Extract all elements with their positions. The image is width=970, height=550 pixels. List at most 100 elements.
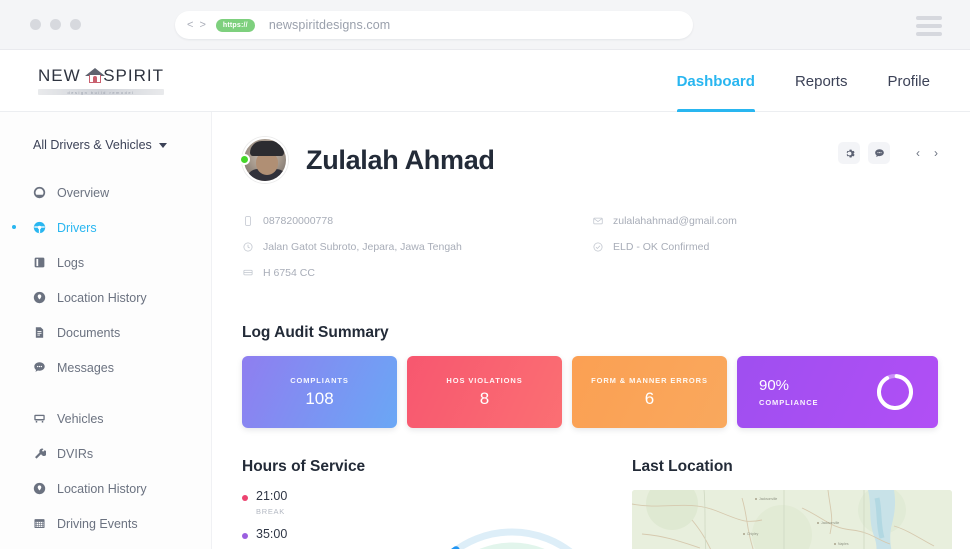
record-pager: ‹ › bbox=[916, 146, 938, 160]
card-value: 108 bbox=[305, 388, 334, 408]
sidebar-group-vehicles: Vehicles DVIRs Location History Driving … bbox=[0, 406, 211, 550]
card-value: 6 bbox=[644, 388, 655, 408]
last-location-panel: Last Location Jacksonville Chipley Jacks… bbox=[632, 458, 952, 549]
profile-header: Zulalah Ahmad ‹ › bbox=[239, 134, 938, 186]
nav-item-profile[interactable]: Profile bbox=[887, 50, 930, 112]
sidebar-item-label: Logs bbox=[57, 255, 85, 270]
sidebar-item-label: Driving Events bbox=[57, 516, 138, 531]
nav-item-dashboard[interactable]: Dashboard bbox=[676, 50, 756, 112]
sidebar-item-overview[interactable]: Overview bbox=[0, 180, 211, 205]
status-badge bbox=[239, 154, 250, 165]
sidebar-item-label: Overview bbox=[57, 185, 110, 200]
speedometer-icon bbox=[33, 186, 46, 199]
logo-tagline: design build remodel bbox=[67, 90, 135, 95]
profile-meta: 087820000778 zulalahahmad@gmail.com Jala… bbox=[242, 208, 938, 286]
card-value: 8 bbox=[479, 388, 490, 408]
legend-time: 35:00 bbox=[256, 526, 288, 541]
legend-sub: BREAK bbox=[256, 506, 285, 516]
meta-value: H 6754 CC bbox=[263, 267, 315, 279]
gear-icon[interactable] bbox=[838, 142, 860, 164]
house-icon bbox=[84, 68, 105, 84]
site-header: NEW SPIRIT design build remodel Dashboar… bbox=[0, 50, 970, 112]
card-label: FORM & MANNER ERRORS bbox=[591, 375, 708, 385]
map-pin-icon bbox=[33, 482, 46, 495]
window-close-dot[interactable] bbox=[30, 19, 41, 30]
nav-item-reports[interactable]: Reports bbox=[795, 50, 848, 112]
sidebar-item-label: Location History bbox=[57, 481, 147, 496]
card-label: HOS VIOLATIONS bbox=[446, 375, 523, 385]
legend-dot bbox=[242, 532, 248, 539]
forward-icon[interactable]: > bbox=[199, 19, 205, 31]
window-minimize-dot[interactable] bbox=[50, 19, 61, 30]
compliance-percent: 90% bbox=[759, 377, 790, 394]
logo-row: NEW SPIRIT bbox=[38, 66, 164, 86]
wrench-icon bbox=[33, 447, 46, 460]
sidebar-item-dvirs[interactable]: DVIRs bbox=[0, 441, 211, 466]
address-bar[interactable]: < > https:// newspiritdesigns.com bbox=[175, 11, 693, 39]
audit-card-hos-violations[interactable]: HOS VIOLATIONS 8 bbox=[407, 356, 562, 428]
sidebar-item-documents[interactable]: Documents bbox=[0, 320, 211, 345]
logo-text-left: NEW bbox=[38, 66, 81, 85]
sidebar-item-logs[interactable]: Logs bbox=[0, 250, 211, 275]
meta-phone: 087820000778 bbox=[242, 208, 592, 234]
main-content: Zulalah Ahmad ‹ › 087820000778 zulalahah… bbox=[212, 112, 970, 549]
audit-card-form-manner-errors[interactable]: FORM & MANNER ERRORS 6 bbox=[572, 356, 727, 428]
section-title-location: Last Location bbox=[632, 458, 733, 475]
next-record-button[interactable]: › bbox=[934, 146, 938, 160]
clock-icon bbox=[242, 241, 254, 253]
sidebar: All Drivers & Vehicles Overview Drivers bbox=[0, 112, 212, 549]
browser-nav-arrows[interactable]: < > bbox=[187, 19, 206, 31]
meta-value: ELD - OK Confirmed bbox=[613, 241, 710, 253]
legend-text: 35:00 bbox=[256, 526, 288, 542]
back-icon[interactable]: < bbox=[187, 19, 193, 31]
section-title-audit: Log Audit Summary bbox=[242, 324, 389, 341]
sidebar-item-label: Drivers bbox=[57, 220, 97, 235]
meta-value: Jalan Gatot Subroto, Jepara, Jawa Tengah bbox=[263, 241, 462, 253]
browser-chrome: < > https:// newspiritdesigns.com bbox=[0, 0, 970, 50]
log-audit-summary: Log Audit Summary COMPLIANTS 108 HOS VIO… bbox=[242, 324, 938, 428]
url-text[interactable]: newspiritdesigns.com bbox=[269, 18, 391, 32]
meta-eld-status: ELD - OK Confirmed bbox=[592, 234, 938, 260]
sidebar-item-label: Messages bbox=[57, 360, 114, 375]
prev-record-button[interactable]: ‹ bbox=[916, 146, 920, 160]
svg-text:Naples: Naples bbox=[838, 542, 849, 546]
sidebar-item-vehicles[interactable]: Vehicles bbox=[0, 406, 211, 431]
location-map[interactable]: Jacksonville Chipley Jacksonville Naples bbox=[632, 490, 952, 549]
sidebar-item-ifta[interactable]: IFTA bbox=[0, 546, 211, 550]
window-maximize-dot[interactable] bbox=[70, 19, 81, 30]
document-icon bbox=[33, 326, 46, 339]
card-label: COMPLIANTS bbox=[290, 375, 349, 385]
legend-time: 21:00 bbox=[256, 489, 288, 503]
driver-vehicle-filter[interactable]: All Drivers & Vehicles bbox=[33, 138, 211, 152]
meta-spacer bbox=[592, 260, 938, 286]
sidebar-group-drivers: Overview Drivers Logs Location History D… bbox=[0, 180, 211, 380]
section-title-hos: Hours of Service bbox=[242, 458, 366, 475]
hamburger-icon[interactable] bbox=[916, 16, 942, 40]
meta-email: zulalahahmad@gmail.com bbox=[592, 208, 938, 234]
sidebar-item-messages[interactable]: Messages bbox=[0, 355, 211, 380]
meta-value: zulalahahmad@gmail.com bbox=[613, 215, 737, 227]
calendar-icon bbox=[33, 517, 46, 530]
sidebar-item-location-history-2[interactable]: Location History bbox=[0, 476, 211, 501]
site-logo[interactable]: NEW SPIRIT design build remodel bbox=[38, 66, 164, 95]
check-circle-icon bbox=[592, 241, 604, 253]
sidebar-item-location-history[interactable]: Location History bbox=[0, 285, 211, 310]
window-controls[interactable] bbox=[30, 19, 81, 30]
audit-card-compliants[interactable]: COMPLIANTS 108 bbox=[242, 356, 397, 428]
meta-address: Jalan Gatot Subroto, Jepara, Jawa Tengah bbox=[242, 234, 592, 260]
sidebar-item-driving-events[interactable]: Driving Events bbox=[0, 511, 211, 536]
sidebar-item-drivers[interactable]: Drivers bbox=[0, 215, 211, 240]
meta-value: 087820000778 bbox=[263, 215, 334, 227]
mail-icon bbox=[592, 215, 604, 227]
hours-of-service-panel: Hours of Service 21:00 BREAK 35:00 bbox=[242, 458, 632, 549]
steering-wheel-icon bbox=[33, 221, 46, 234]
audit-card-compliance[interactable]: 90% COMPLIANCE bbox=[737, 356, 938, 428]
page-title: Zulalah Ahmad bbox=[306, 144, 495, 175]
main-navigation: Dashboard Reports Profile bbox=[676, 50, 930, 112]
page-body: All Drivers & Vehicles Overview Drivers bbox=[0, 112, 970, 549]
sidebar-item-label: Vehicles bbox=[57, 411, 104, 426]
hamburger-line bbox=[916, 32, 942, 36]
avatar[interactable] bbox=[239, 137, 288, 183]
chat-bubble-icon[interactable] bbox=[868, 142, 890, 164]
svg-text:Jacksonville: Jacksonville bbox=[821, 521, 839, 525]
